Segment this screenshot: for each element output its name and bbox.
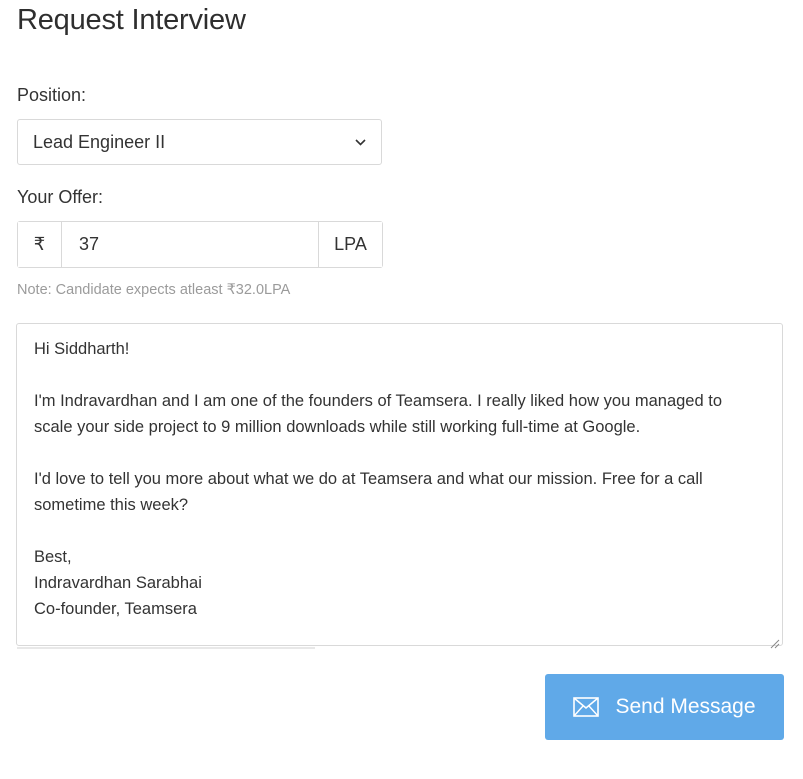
- message-line: Hi Siddharth!: [34, 340, 130, 358]
- offer-amount-input[interactable]: [62, 222, 318, 267]
- send-message-button[interactable]: Send Message: [545, 674, 784, 740]
- unit-addon: LPA: [318, 222, 382, 267]
- message-line: Indravardhan Sarabhai: [34, 574, 202, 592]
- send-message-label: Send Message: [615, 695, 756, 718]
- currency-addon: ₹: [18, 222, 62, 267]
- divider: [17, 647, 315, 649]
- page-title: Request Interview: [17, 4, 246, 36]
- message-line: sometime this week?: [34, 496, 189, 514]
- message-textarea[interactable]: Hi Siddharth! I'm Indravardhan and I am …: [16, 323, 783, 649]
- message-line: scale your side project to 9 million dow…: [34, 418, 641, 436]
- offer-input-group: ₹ LPA: [17, 221, 383, 268]
- message-line: Best,: [34, 548, 72, 566]
- offer-label: Your Offer:: [17, 187, 104, 207]
- position-select[interactable]: Lead Engineer II: [17, 119, 382, 165]
- envelope-icon: [573, 697, 600, 717]
- message-line: I'd love to tell you more about what we …: [34, 470, 703, 488]
- chevron-down-icon: [354, 138, 366, 146]
- message-line: I'm Indravardhan and I am one of the fou…: [34, 392, 722, 410]
- position-select-value: Lead Engineer II: [33, 131, 166, 152]
- resize-grip-icon[interactable]: [768, 631, 780, 649]
- message-line: Co-founder, Teamsera: [34, 600, 197, 618]
- position-label: Position:: [17, 85, 87, 105]
- expectation-note: Note: Candidate expects atleast ₹32.0LPA: [17, 282, 291, 298]
